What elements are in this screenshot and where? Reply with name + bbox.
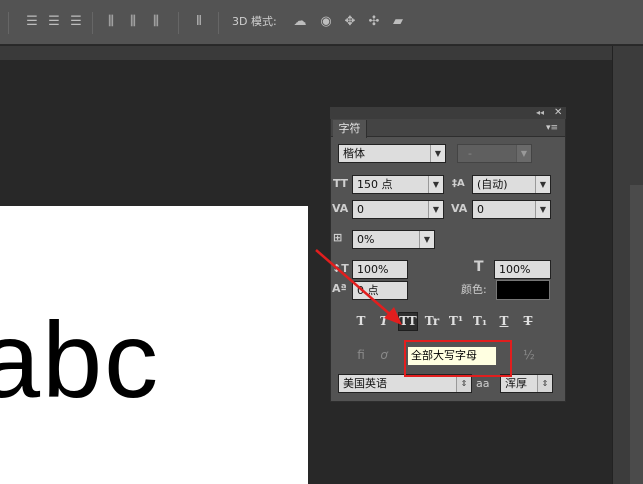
arrow-shaft: [315, 249, 393, 317]
annotation-arrow: [315, 249, 402, 325]
arrow-head: [384, 307, 402, 325]
